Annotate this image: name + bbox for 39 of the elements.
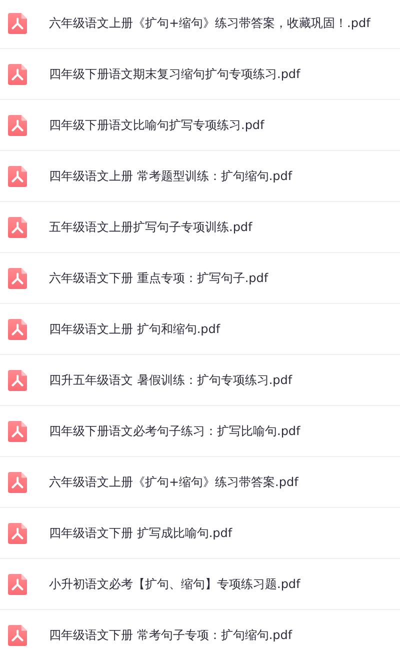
file-row[interactable]: 五年级语文上册扩写句子专项训练.pdf <box>0 202 400 253</box>
file-row[interactable]: 四年级下册语文期末复习缩句扩句专项练习.pdf <box>0 49 400 100</box>
file-row[interactable]: 六年级语文上册《扩句+缩句》练习带答案.pdf <box>0 457 400 508</box>
file-row[interactable]: 四升五年级语文 暑假训练：扩句专项练习.pdf <box>0 355 400 406</box>
file-row[interactable]: 六年级语文上册《扩句+缩句》练习带答案，收藏巩固！.pdf <box>0 0 400 49</box>
file-name: 四年级下册语文比喻句扩写专项练习.pdf <box>49 116 264 134</box>
file-row[interactable]: 小升初语文必考【扩句、缩句】专项练习题.pdf <box>0 559 400 610</box>
pdf-file-icon <box>8 64 27 84</box>
file-name: 小升初语文必考【扩句、缩句】专项练习题.pdf <box>49 576 300 592</box>
file-name: 六年级语文下册 重点专项：扩写句子.pdf <box>49 270 268 286</box>
file-name: 四年级下册语文期末复习缩句扩句专项练习.pdf <box>49 66 300 82</box>
file-name: 四年级语文下册 常考句子专项：扩句缩句.pdf <box>49 626 292 644</box>
file-name: 六年级语文上册《扩句+缩句》练习带答案，收藏巩固！.pdf <box>49 14 370 32</box>
pdf-file-icon <box>8 318 27 340</box>
pdf-file-icon <box>8 370 27 390</box>
file-row[interactable]: 四年级语文上册 常考题型训练：扩句缩句.pdf <box>0 151 400 202</box>
file-name: 四年级下册语文必考句子练习：扩写比喻句.pdf <box>49 422 300 440</box>
pdf-file-icon <box>8 472 27 492</box>
file-row[interactable]: 四年级语文下册 常考句子专项：扩句缩句.pdf <box>0 610 400 657</box>
file-name: 六年级语文上册《扩句+缩句》练习带答案.pdf <box>49 474 298 490</box>
file-name: 五年级语文上册扩写句子专项训练.pdf <box>49 218 252 236</box>
file-row[interactable]: 四年级下册语文比喻句扩写专项练习.pdf <box>0 100 400 151</box>
pdf-file-icon <box>8 268 27 288</box>
pdf-file-icon <box>8 574 27 594</box>
file-name: 四年级语文上册 扩句和缩句.pdf <box>49 320 220 338</box>
pdf-file-icon <box>8 216 27 238</box>
file-row[interactable]: 六年级语文下册 重点专项：扩写句子.pdf <box>0 253 400 304</box>
pdf-file-icon <box>8 420 27 442</box>
pdf-file-icon <box>8 624 27 646</box>
pdf-file-icon <box>8 166 27 186</box>
file-name: 四升五年级语文 暑假训练：扩句专项练习.pdf <box>49 372 292 388</box>
file-row[interactable]: 四年级语文上册 扩句和缩句.pdf <box>0 304 400 355</box>
file-row[interactable]: 四年级语文下册 扩写成比喻句.pdf <box>0 508 400 559</box>
file-name: 四年级语文上册 常考题型训练：扩句缩句.pdf <box>49 168 292 184</box>
file-name: 四年级语文下册 扩写成比喻句.pdf <box>49 524 232 542</box>
file-row[interactable]: 四年级下册语文必考句子练习：扩写比喻句.pdf <box>0 406 400 457</box>
pdf-file-icon <box>8 12 27 34</box>
pdf-file-icon <box>8 522 27 544</box>
pdf-file-icon <box>8 114 27 136</box>
